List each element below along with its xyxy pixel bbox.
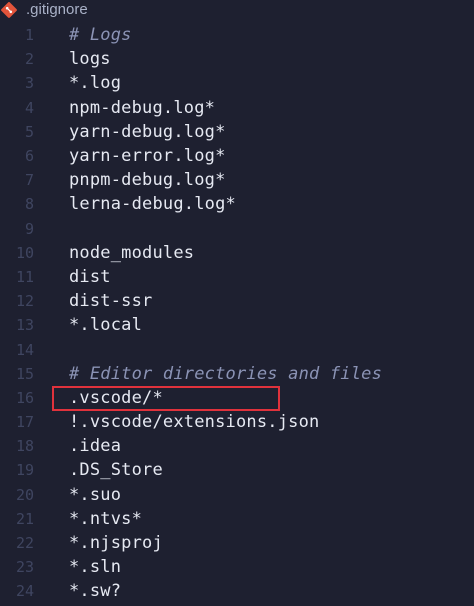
file-tab[interactable]: .gitignore [0,0,88,20]
code-comment: # Editor directories and files [69,363,383,384]
code-line[interactable]: 13 *.local [0,313,474,337]
code-line[interactable]: 12 dist-ssr [0,289,474,313]
line-number: 18 [15,437,34,456]
line-number: 10 [15,243,34,262]
code-text: lerna-debug.log* [69,194,236,215]
code-line[interactable]: 15 # Editor directories and files [0,362,474,386]
line-number: 8 [24,195,34,214]
line-number: 21 [15,509,34,528]
line-number: 4 [24,98,34,117]
code-text: .DS_Store [69,460,163,481]
line-number: 23 [15,558,34,577]
code-text: logs [69,49,111,70]
line-number: 20 [15,485,34,504]
code-text: *.sln [69,557,122,578]
line-number: 3 [24,74,34,93]
code-line[interactable]: 11 dist [0,265,474,289]
line-number: 24 [15,582,34,601]
code-line[interactable]: 7 pnpm-debug.log* [0,168,474,192]
line-number: 2 [24,50,34,69]
code-text: node_modules [69,242,195,263]
line-number: 15 [15,364,34,383]
code-text: dist [69,266,111,287]
line-number: 17 [15,413,34,432]
file-tab-title: .gitignore [26,1,88,18]
code-line[interactable]: 3 *.log [0,71,474,95]
code-text: .idea [69,436,122,457]
code-line[interactable]: 23 *.sln [0,555,474,579]
code-text: *.njsproj [69,533,163,554]
code-line[interactable]: 21 *.ntvs* [0,507,474,531]
code-text: *.suo [69,484,122,505]
code-line[interactable]: 17 !.vscode/extensions.json [0,410,474,434]
highlight-annotation-box [52,386,280,411]
code-text: *.log [69,73,122,94]
code-line[interactable]: 2 logs [0,47,474,71]
code-text: *.local [69,315,143,336]
code-editor: .gitignore 1 # Logs 2 logs 3 *.log 4 npm-debug.… [0,0,474,606]
line-number: 19 [15,461,34,480]
line-number: 16 [15,388,34,407]
code-text: !.vscode/extensions.json [69,412,320,433]
code-line[interactable]: 24 *.sw? [0,579,474,603]
code-text: dist-ssr [69,291,153,312]
line-number: 11 [15,267,34,286]
code-line[interactable]: 20 *.suo [0,483,474,507]
line-number: 13 [15,316,34,335]
line-number: 12 [15,292,34,311]
code-line[interactable]: 1 # Logs [0,23,474,47]
line-number: 9 [24,219,34,238]
code-line[interactable]: 5 yarn-debug.log* [0,120,474,144]
line-number: 6 [24,147,34,166]
code-line[interactable]: 6 yarn-error.log* [0,144,474,168]
code-line[interactable]: 10 node_modules [0,241,474,265]
code-line[interactable]: 19 .DS_Store [0,458,474,482]
code-line[interactable]: 22 *.njsproj [0,531,474,555]
line-number: 5 [24,122,34,141]
code-line[interactable]: 18 .idea [0,434,474,458]
code-line[interactable]: 8 lerna-debug.log* [0,192,474,216]
code-text: yarn-debug.log* [69,121,226,142]
code-text: npm-debug.log* [69,97,216,118]
code-line[interactable]: 14 [0,337,474,361]
code-text: *.ntvs* [69,508,143,529]
code-comment: # Logs [69,25,132,46]
code-text: pnpm-debug.log* [69,170,226,191]
code-line[interactable]: 9 [0,217,474,241]
line-number: 22 [15,534,34,553]
line-number: 14 [15,340,34,359]
code-text: yarn-error.log* [69,146,226,167]
code-line[interactable]: 4 npm-debug.log* [0,96,474,120]
line-number: 7 [24,171,34,190]
code-text: *.sw? [69,581,122,602]
line-number: 1 [24,26,34,45]
git-file-icon [1,2,17,18]
code-area[interactable]: 1 # Logs 2 logs 3 *.log 4 npm-debug.log* 5 yarn-d… [0,23,474,604]
